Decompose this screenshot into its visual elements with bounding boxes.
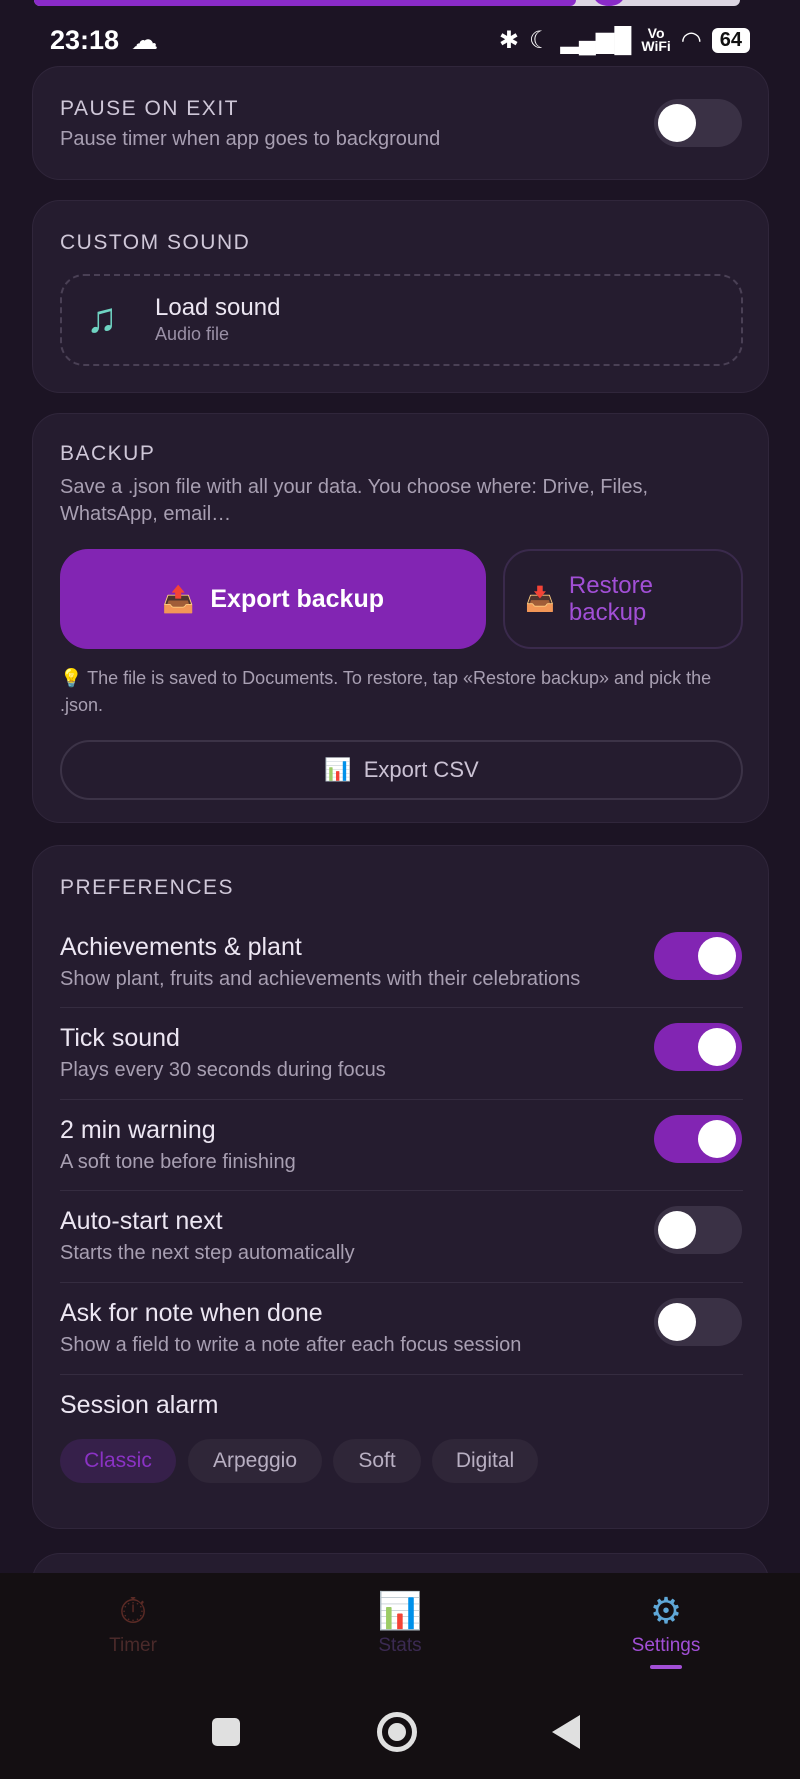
divider	[60, 1190, 743, 1191]
top-slider[interactable]	[34, 0, 740, 6]
divider	[60, 1099, 743, 1100]
notification-icon: ☁	[131, 24, 159, 55]
backup-card: BACKUP Save a .json file with all your d…	[32, 413, 769, 823]
backup-title: BACKUP	[60, 442, 156, 465]
nav-settings[interactable]: ⚙ Settings	[586, 1591, 746, 1657]
tick-sound-toggle[interactable]	[654, 1023, 742, 1071]
chart-icon: 📊	[324, 757, 352, 782]
pref-description: Show plant, fruits and achievements with…	[60, 968, 581, 990]
pref-label: Ask for note when done	[60, 1299, 323, 1327]
pref-description: Starts the next step automatically	[60, 1242, 355, 1264]
nav-stats-label: Stats	[378, 1635, 422, 1656]
recents-button[interactable]	[212, 1718, 240, 1746]
home-button[interactable]	[377, 1712, 417, 1752]
session-alarm-label: Session alarm	[60, 1391, 219, 1419]
nav-timer-label: Timer	[109, 1635, 157, 1656]
bottom-nav: ⏱ Timer 📊 Stats ⚙ Settings	[0, 1573, 800, 1683]
moon-icon: ☾	[528, 26, 551, 54]
lightbulb-icon: 💡	[60, 668, 83, 688]
home-dot	[388, 1723, 406, 1741]
pause-on-exit-toggle[interactable]	[654, 99, 742, 147]
toggle-thumb	[698, 937, 736, 975]
pref-description: Plays every 30 seconds during focus	[60, 1059, 386, 1081]
backup-description: Save a .json file with all your data. Yo…	[60, 476, 649, 525]
battery-icon: 64	[711, 27, 750, 53]
alarm-chip-digital[interactable]: Digital	[432, 1439, 538, 1483]
preferences-card: PREFERENCES Achievements & plant Show pl…	[32, 845, 769, 1529]
active-tab-indicator	[650, 1665, 682, 1669]
ask-note-toggle[interactable]	[654, 1298, 742, 1346]
pref-label: Auto-start next	[60, 1207, 223, 1235]
auto-start-toggle[interactable]	[654, 1206, 742, 1254]
preferences-title: PREFERENCES	[60, 876, 235, 899]
divider	[60, 1007, 743, 1008]
achievements-toggle[interactable]	[654, 932, 742, 980]
custom-sound-card: CUSTOM SOUND ♫ Load sound Audio file	[32, 200, 769, 393]
export-csv-label: Export CSV	[363, 757, 479, 782]
pause-on-exit-description: Pause timer when app goes to background	[60, 128, 441, 150]
restore-backup-label-line1: Restore	[568, 572, 653, 599]
alarm-chip-group: Classic Arpeggio Soft Digital	[60, 1439, 743, 1483]
pause-on-exit-title: PAUSE ON EXIT	[60, 97, 239, 120]
pref-description: A soft tone before finishing	[60, 1151, 296, 1173]
tomato-timer-icon: ⏱	[118, 1590, 148, 1631]
music-note-icon: ♫	[86, 294, 118, 341]
pref-label: 2 min warning	[60, 1116, 216, 1144]
toggle-thumb	[698, 1028, 736, 1066]
pref-label: Tick sound	[60, 1024, 180, 1052]
nav-settings-label: Settings	[631, 1635, 701, 1656]
alarm-chip-arpeggio[interactable]: Arpeggio	[188, 1439, 322, 1483]
restore-tray-icon: 📥	[525, 585, 555, 613]
toggle-thumb	[698, 1120, 736, 1158]
toggle-thumb	[658, 1303, 696, 1341]
backup-hint: 💡 The file is saved to Documents. To res…	[60, 668, 712, 715]
export-tray-icon: 📤	[161, 583, 195, 614]
status-time: 23:18	[50, 24, 120, 55]
back-button[interactable]	[552, 1715, 580, 1749]
divider	[60, 1282, 743, 1283]
slider-fill	[34, 0, 576, 6]
alarm-chip-classic[interactable]: Classic	[60, 1439, 176, 1483]
pref-label: Achievements & plant	[60, 933, 302, 961]
wifi-icon: ◠	[680, 26, 702, 54]
pause-on-exit-card: PAUSE ON EXIT Pause timer when app goes …	[32, 66, 769, 180]
load-sound-button[interactable]: ♫ Load sound Audio file	[60, 274, 743, 366]
load-sound-sublabel: Audio file	[155, 324, 230, 344]
gear-icon: ⚙	[649, 1590, 683, 1631]
system-nav-bar	[0, 1683, 800, 1779]
two-min-warning-toggle[interactable]	[654, 1115, 742, 1163]
toggle-thumb	[658, 1211, 696, 1249]
divider	[60, 1374, 743, 1375]
restore-backup-button[interactable]: 📥 Restore backup	[503, 549, 743, 649]
export-backup-button[interactable]: 📤 Export backup	[60, 549, 486, 649]
export-backup-label: Export backup	[210, 584, 385, 613]
bar-chart-icon: 📊	[377, 1590, 423, 1631]
nav-stats[interactable]: 📊 Stats	[320, 1591, 480, 1657]
custom-sound-title: CUSTOM SOUND	[60, 231, 251, 254]
pref-description: Show a field to write a note after each …	[60, 1334, 522, 1356]
bluetooth-icon: ✱	[498, 26, 519, 54]
toggle-thumb	[658, 104, 696, 142]
load-sound-label: Load sound	[155, 294, 281, 321]
nav-timer[interactable]: ⏱ Timer	[53, 1591, 213, 1657]
status-bar: 23:18 ☁ ✱ ☾ ▂▄▆█ Vo WiFi ◠ 64	[0, 18, 800, 62]
signal-icon: ▂▄▆█	[560, 26, 632, 54]
slider-knob[interactable]	[594, 0, 624, 6]
export-csv-button[interactable]: 📊 Export CSV	[60, 740, 743, 800]
restore-backup-label-line2: backup	[568, 599, 647, 626]
vowifi-icon: Vo WiFi	[641, 25, 671, 54]
alarm-chip-soft[interactable]: Soft	[333, 1439, 421, 1483]
